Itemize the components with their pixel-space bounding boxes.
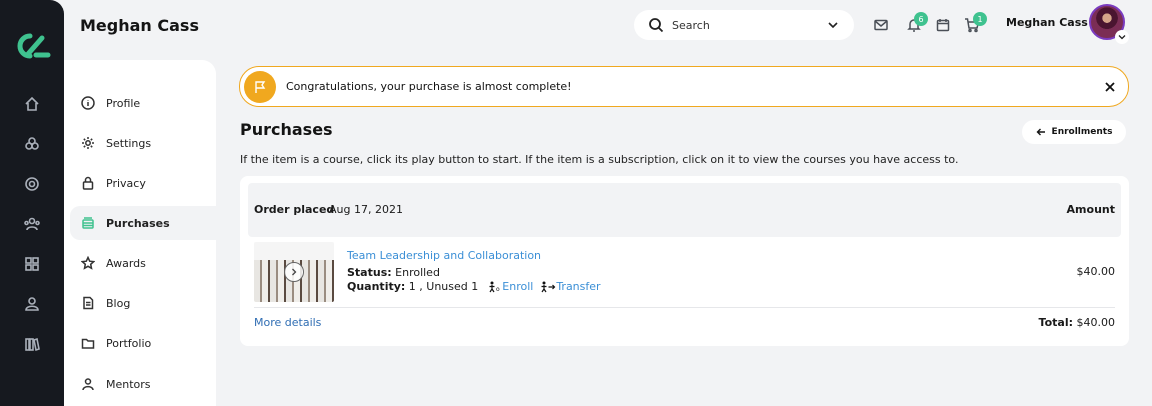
sidebar-item-settings[interactable]: Settings — [70, 126, 216, 160]
home-icon[interactable] — [22, 94, 42, 114]
sidebar-item-label: Profile — [106, 96, 141, 110]
item-price: $40.00 — [1076, 265, 1116, 278]
enroll-label: Enroll — [502, 280, 534, 293]
status-label: Status: — [347, 266, 392, 279]
sidebar-item-label: Settings — [106, 136, 152, 150]
alert-message: Congratulations, your purchase is almost… — [286, 80, 572, 93]
app-logo[interactable] — [12, 30, 52, 62]
mail-icon[interactable] — [872, 16, 890, 34]
sidebar-item-label: Privacy — [106, 176, 146, 190]
info-icon — [80, 95, 96, 111]
more-details-link[interactable]: More details — [254, 316, 321, 329]
transfer-person-icon — [541, 281, 556, 292]
courses-icon[interactable] — [22, 134, 42, 154]
compass-icon[interactable] — [22, 174, 42, 194]
purchases-icon — [80, 215, 96, 231]
chevron-down-icon[interactable] — [822, 14, 844, 36]
total-label: Total: — [1038, 316, 1073, 329]
course-title-link[interactable]: Team Leadership and Collaboration — [347, 249, 541, 262]
sidebar-item-blog[interactable]: Blog — [70, 286, 216, 320]
amount-label: Amount — [1066, 203, 1115, 216]
search-input[interactable]: Search — [634, 10, 854, 40]
transfer-label: Transfer — [556, 280, 601, 293]
close-icon[interactable] — [1100, 77, 1120, 97]
enroll-person-icon: o — [489, 281, 500, 293]
calendar-icon[interactable] — [934, 16, 952, 34]
total-value: $40.00 — [1076, 316, 1116, 329]
sidebar-item-mentors[interactable]: Mentors — [70, 367, 216, 401]
library-icon[interactable] — [22, 334, 42, 354]
top-bar: Meghan Cass Search 6 1 Meghan Cass — [64, 0, 1152, 56]
enroll-link[interactable]: o Enroll — [488, 280, 533, 293]
enrollments-button[interactable]: Enrollments — [1022, 120, 1126, 144]
purchase-alert: Congratulations, your purchase is almost… — [239, 66, 1129, 107]
user-icon[interactable] — [22, 294, 42, 314]
divider — [254, 307, 1115, 308]
enrollments-button-label: Enrollments — [1051, 127, 1113, 137]
quantity-value: 1 , Unused 1 — [408, 280, 479, 293]
sidebar-item-portfolio[interactable]: Portfolio — [70, 326, 216, 360]
status-value: Enrolled — [395, 266, 440, 279]
sidebar-item-awards[interactable]: Awards — [70, 246, 216, 280]
status-line: Status: Enrolled — [347, 266, 440, 279]
quantity-line: Quantity: 1 , Unused 1 o Enroll Transfer — [347, 280, 601, 293]
user-name[interactable]: Meghan Cass — [1006, 16, 1088, 29]
cart-badge: 1 — [973, 12, 987, 26]
sidebar-item-label: Awards — [106, 256, 146, 270]
svg-text:o: o — [496, 286, 500, 293]
sidebar-item-label: Purchases — [106, 216, 170, 230]
sidebar-item-label: Mentors — [106, 377, 151, 391]
sidebar-item-purchases[interactable]: Purchases — [70, 206, 216, 240]
folder-icon — [80, 335, 96, 351]
flag-icon — [244, 70, 276, 103]
mentors-icon — [80, 376, 96, 392]
order-total: Total: $40.00 — [1039, 316, 1115, 329]
avatar-chevron-down-icon[interactable] — [1115, 30, 1129, 44]
order-placed-label: Order placed — [254, 203, 335, 216]
page-description: If the item is a course, click its play … — [240, 153, 959, 166]
search-placeholder: Search — [672, 18, 710, 32]
document-icon — [80, 295, 96, 311]
app-rail — [0, 0, 64, 406]
order-header: Order placed Aug 17, 2021 Amount — [248, 183, 1121, 237]
search-icon — [648, 17, 664, 33]
arrow-left-icon — [1036, 128, 1045, 136]
star-icon — [80, 255, 96, 271]
gear-icon — [80, 135, 96, 151]
community-icon[interactable] — [22, 214, 42, 234]
page-title: Purchases — [240, 120, 333, 139]
page-title-user: Meghan Cass — [80, 16, 199, 35]
sidebar-item-label: Blog — [106, 296, 131, 310]
notification-badge: 6 — [914, 12, 928, 26]
settings-sidebar: Profile Settings Privacy Purchases Award… — [64, 60, 216, 406]
apps-icon[interactable] — [22, 254, 42, 274]
quantity-label: Quantity: — [347, 280, 406, 293]
play-icon[interactable] — [284, 262, 304, 282]
sidebar-item-profile[interactable]: Profile — [70, 86, 216, 120]
order-card: Order placed Aug 17, 2021 Amount Team Le… — [240, 176, 1129, 346]
sidebar-item-privacy[interactable]: Privacy — [70, 166, 216, 200]
lock-icon — [80, 175, 96, 191]
transfer-link[interactable]: Transfer — [540, 280, 601, 293]
sidebar-item-label: Portfolio — [106, 336, 152, 350]
order-placed-date: Aug 17, 2021 — [329, 203, 403, 216]
